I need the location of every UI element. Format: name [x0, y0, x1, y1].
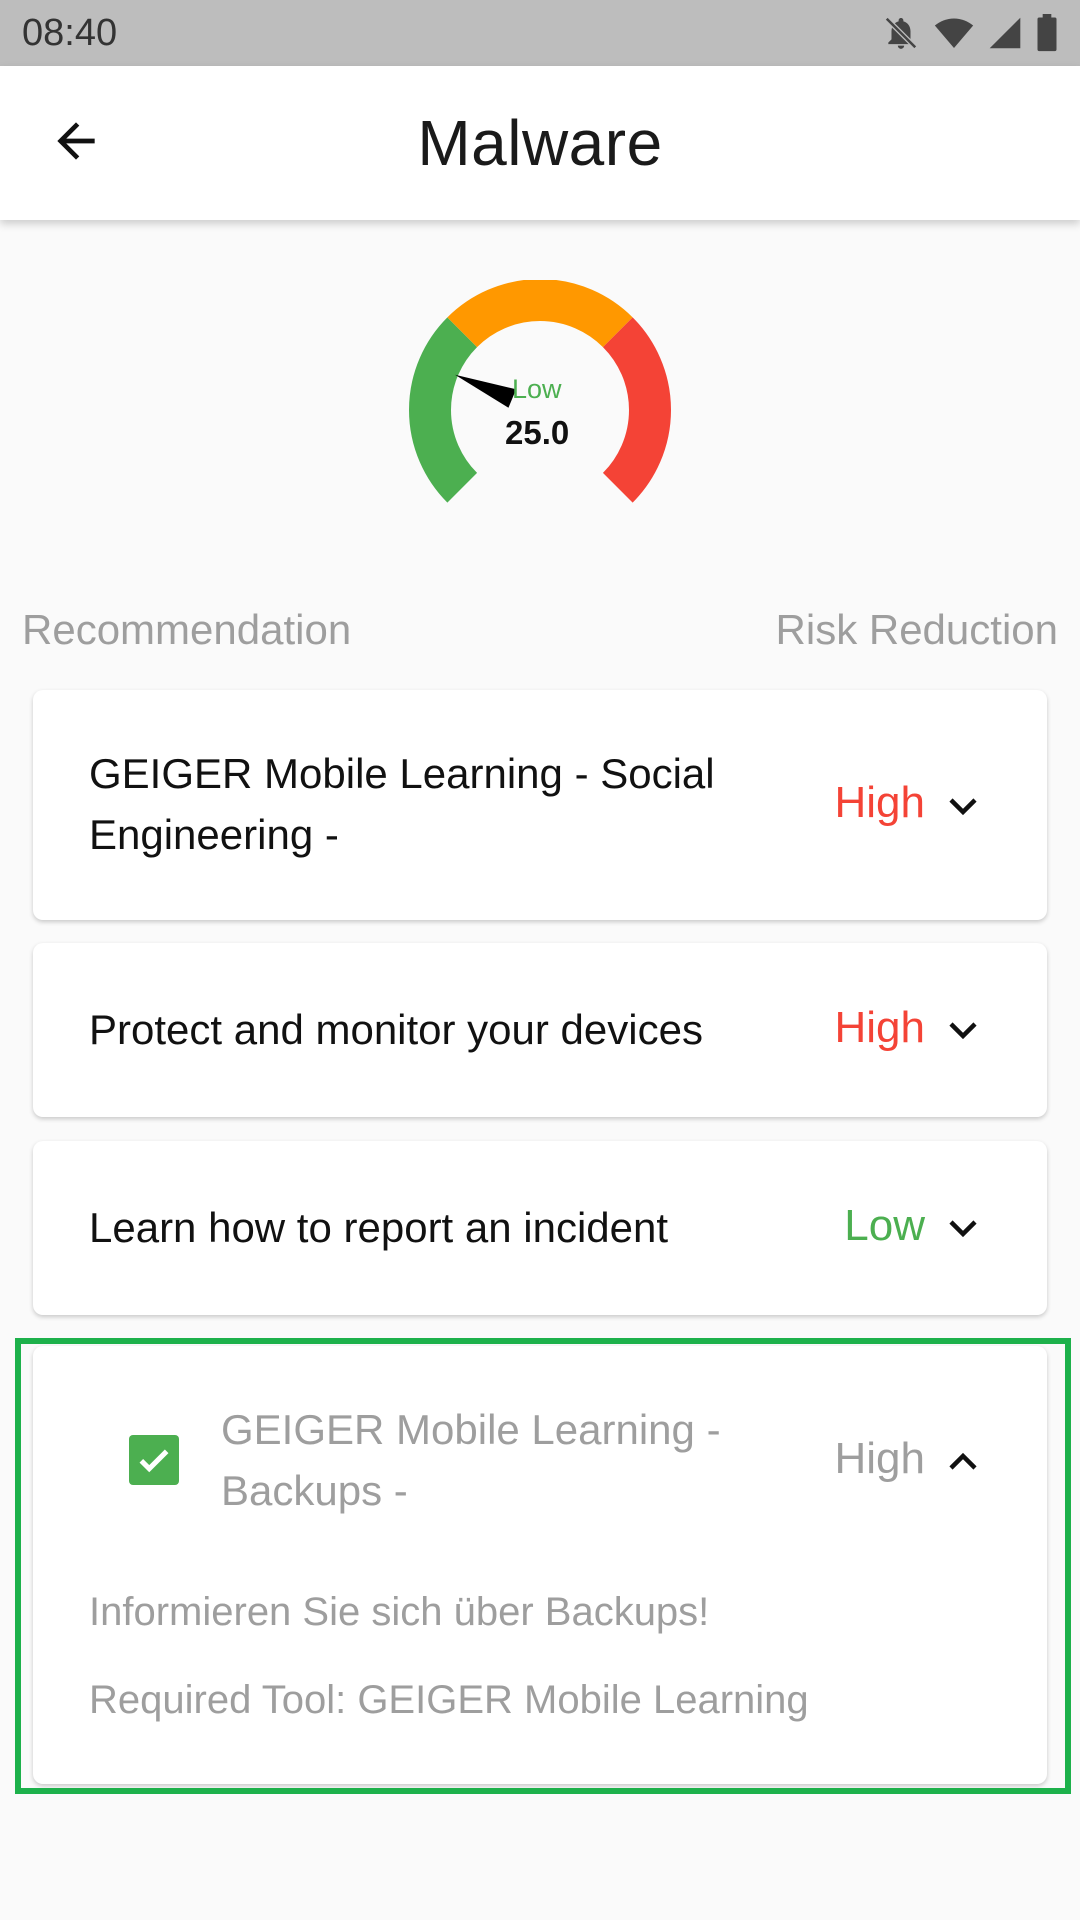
risk-reduction-value: High: [834, 778, 926, 827]
recommendation-title: Learn how to report an incident: [89, 1204, 669, 1251]
risk-reduction-header: Risk Reduction: [775, 606, 1058, 653]
risk-reduction-value: High: [834, 1003, 926, 1052]
recommendation-header: Recommendation: [22, 606, 352, 653]
gauge-medium-segment: [447, 280, 633, 348]
page-title: Malware: [417, 107, 663, 179]
gauge-label: Low: [512, 374, 562, 404]
recommendation-title-line: Engineering -: [89, 811, 339, 858]
back-button[interactable]: [44, 111, 108, 175]
gauge-needle: [455, 374, 517, 408]
highlight-outline: [15, 1338, 1071, 1794]
app-bar: Malware: [0, 66, 1080, 220]
chevron-down-icon[interactable]: [945, 788, 981, 824]
recommendation-title: Protect and monitor your devices: [89, 1006, 703, 1053]
wifi-icon: [934, 15, 974, 51]
status-bar: 08:40: [0, 0, 1080, 66]
recommendation-title-line: GEIGER Mobile Learning - Social: [89, 750, 715, 797]
recommendation-card[interactable]: Learn how to report an incident Low: [33, 1141, 1047, 1315]
status-time: 08:40: [22, 11, 118, 54]
recommendation-card[interactable]: Protect and monitor your devices High: [33, 943, 1047, 1117]
recommendation-card[interactable]: GEIGER Mobile Learning - Social Engineer…: [33, 690, 1047, 920]
list-header: Recommendation Risk Reduction: [22, 606, 1058, 654]
battery-icon: [1036, 14, 1058, 52]
chevron-down-icon[interactable]: [945, 1012, 981, 1048]
notifications-off-icon: [882, 14, 920, 52]
gauge-value: 25.0: [505, 414, 570, 451]
risk-reduction-value: Low: [844, 1201, 925, 1250]
status-icons: [882, 14, 1058, 52]
chevron-down-icon[interactable]: [945, 1210, 981, 1246]
arrow-back-icon: [48, 113, 104, 174]
gauge-low-segment: [409, 317, 478, 503]
signal-icon: [988, 15, 1022, 51]
recommendation-title: GEIGER Mobile Learning - Social Engineer…: [89, 743, 715, 865]
gauge-high-segment: [602, 317, 671, 503]
